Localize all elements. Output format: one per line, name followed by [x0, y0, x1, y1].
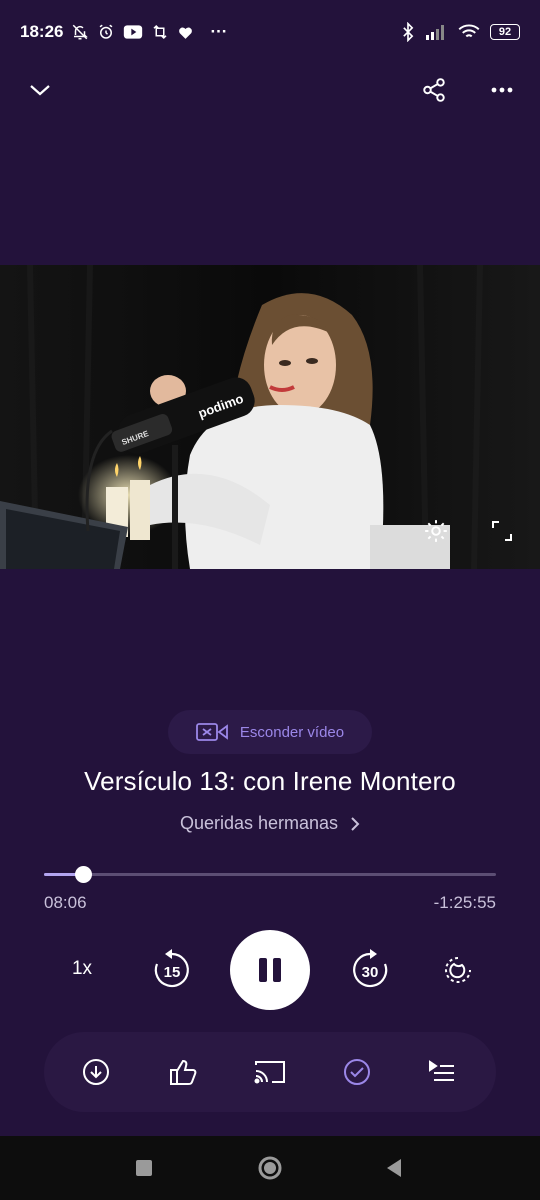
pause-button[interactable] [230, 930, 310, 1010]
show-link[interactable]: Queridas hermanas [0, 813, 540, 834]
rewind-icon: 15 [154, 949, 189, 988]
heart-icon [177, 24, 194, 41]
elapsed-time: 08:06 [44, 893, 87, 912]
progress-thumb[interactable] [75, 866, 93, 883]
signal-icon [426, 24, 448, 40]
status-time: 18:26 [20, 22, 64, 41]
home-circle-icon[interactable] [250, 1148, 290, 1188]
youtube-icon [123, 24, 143, 40]
retweet-icon [151, 23, 169, 41]
like-thumbs-up-icon[interactable] [164, 1052, 204, 1092]
show-name: Queridas hermanas [179, 813, 339, 833]
video-player[interactable]: podimo SHURE [0, 265, 540, 569]
forward-30-button[interactable]: 30 [346, 946, 394, 994]
collapse-chevron-down-icon[interactable] [20, 70, 60, 110]
sleep-timer-icon[interactable] [438, 950, 478, 990]
playback-controls: 1x 15 30 [0, 930, 540, 1010]
rewind-seconds: 15 [164, 964, 181, 981]
fullscreen-icon[interactable] [482, 511, 522, 551]
status-more-icon: ··· [210, 22, 228, 41]
chevron-right-icon [350, 816, 360, 832]
alarm-icon [97, 23, 115, 41]
remaining-time: -1:25:55 [433, 893, 496, 912]
recent-apps-square-icon[interactable] [124, 1148, 164, 1188]
battery-indicator: 92 [490, 24, 520, 40]
queue-list-icon[interactable] [422, 1052, 462, 1092]
more-options-icon[interactable] [482, 70, 522, 110]
player-top-bar [0, 64, 540, 116]
episode-title: Versículo 13: con Irene Montero [84, 766, 456, 796]
hide-video-button[interactable]: Esconder vídeo [168, 710, 372, 754]
video-frame-image: podimo SHURE [0, 265, 540, 569]
bottom-action-toolbar [44, 1032, 496, 1112]
android-navigation-bar [0, 1136, 540, 1200]
hide-video-label: Esconder vídeo [239, 723, 345, 741]
hide-video-icon [195, 722, 228, 742]
bluetooth-icon [400, 22, 416, 42]
download-icon[interactable] [76, 1052, 116, 1092]
forward-icon: 30 [353, 949, 388, 988]
playback-speed-button[interactable]: 1x [62, 958, 102, 980]
wifi-icon [458, 24, 480, 40]
progress-slider[interactable] [44, 866, 496, 883]
status-bar: 18:26 ··· 92 [0, 0, 540, 64]
muted-bell-icon [71, 23, 89, 41]
forward-seconds: 30 [362, 964, 379, 981]
share-icon[interactable] [414, 70, 454, 110]
mark-played-check-icon[interactable] [337, 1052, 377, 1092]
video-settings-gear-icon[interactable] [416, 511, 456, 551]
pause-icon [259, 958, 281, 982]
rewind-15-button[interactable]: 15 [148, 946, 196, 994]
cast-icon[interactable] [250, 1052, 290, 1092]
back-triangle-icon[interactable] [374, 1148, 414, 1188]
